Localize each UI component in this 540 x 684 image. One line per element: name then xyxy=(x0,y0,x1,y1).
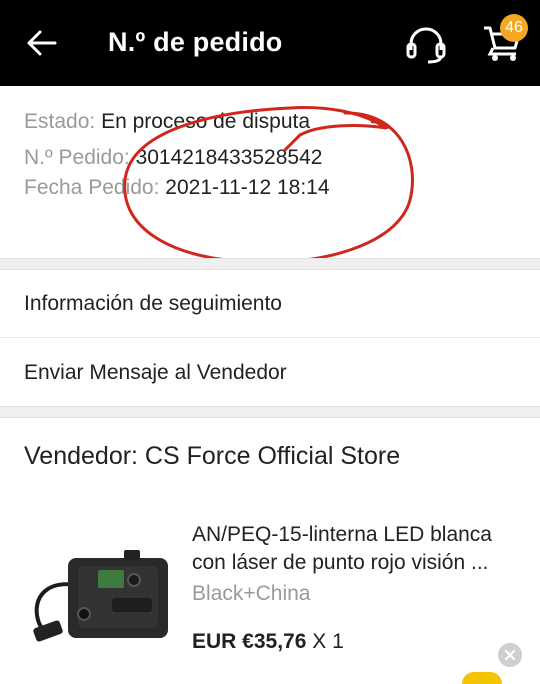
page-title: N.º de pedido xyxy=(108,27,283,57)
headset-support-icon[interactable] xyxy=(404,24,448,64)
close-icon[interactable] xyxy=(498,643,522,667)
back-arrow-icon[interactable] xyxy=(26,28,58,58)
order-status-value: En proceso de disputa xyxy=(101,110,311,133)
tracking-info-link[interactable]: Información de seguimiento xyxy=(0,270,540,338)
order-number-label: N.º Pedido: xyxy=(24,146,130,169)
order-date-value: 2021-11-12 18:14 xyxy=(165,176,330,199)
order-number-value: 3014218433528542 xyxy=(135,146,323,169)
product-variant: Black+China xyxy=(192,582,311,605)
order-date-row: Fecha Pedido: 2021-11-12 18:14 xyxy=(24,176,330,200)
product-title[interactable]: AN/PEQ-15-linterna LED blanca con láser … xyxy=(192,521,522,577)
order-status-row: Estado: En proceso de disputa xyxy=(24,110,310,134)
price-row: EUR €35,76 X 1 xyxy=(192,630,344,654)
order-number-row: N.º Pedido: 3014218433528542 xyxy=(24,146,322,170)
product-quantity: X 1 xyxy=(312,630,344,653)
message-seller-label: Enviar Mensaje al Vendedor xyxy=(24,361,287,384)
floating-widget[interactable] xyxy=(462,672,502,684)
order-date-label: Fecha Pedido: xyxy=(24,176,160,199)
product-image[interactable] xyxy=(26,528,174,648)
cart-count-badge: 46 xyxy=(500,14,528,42)
order-status-label: Estado: xyxy=(24,110,96,133)
seller-name[interactable]: Vendedor: CS Force Official Store xyxy=(24,442,400,471)
product-price: EUR €35,76 xyxy=(192,630,307,653)
section-divider xyxy=(0,406,540,418)
tracking-info-label: Información de seguimiento xyxy=(24,292,282,315)
order-info-section: Estado: En proceso de disputa N.º Pedido… xyxy=(0,86,540,258)
section-divider xyxy=(0,258,540,270)
message-seller-link[interactable]: Enviar Mensaje al Vendedor xyxy=(0,339,540,407)
top-app-bar: N.º de pedido 46 xyxy=(0,0,540,86)
